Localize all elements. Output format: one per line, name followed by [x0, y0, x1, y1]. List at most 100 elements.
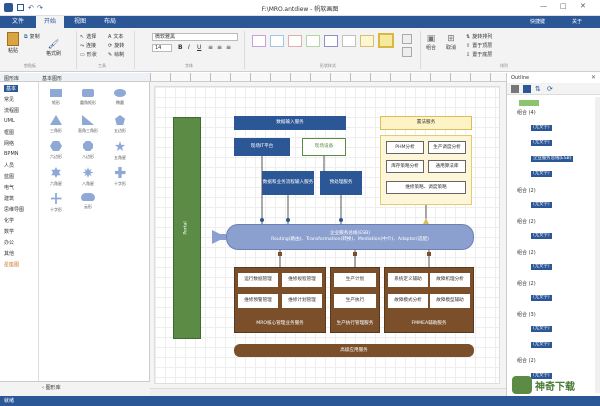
- quick-undo-icon[interactable]: ↶: [28, 4, 34, 12]
- shape-tile[interactable]: 圆角矩形: [74, 87, 102, 113]
- style-swatch-3[interactable]: [288, 35, 302, 47]
- shape-tile[interactable]: 矩形: [42, 87, 70, 113]
- outline-group-node[interactable]: 组合 (2): [517, 187, 536, 194]
- shape-tile[interactable]: 云形: [74, 191, 102, 217]
- italic-button[interactable]: I: [188, 44, 190, 51]
- style-swatch-1[interactable]: [252, 35, 266, 47]
- maximize-button[interactable]: □: [560, 2, 567, 10]
- style-swatch-7[interactable]: [360, 35, 374, 47]
- fill-button[interactable]: [402, 34, 412, 44]
- outline-shape-node[interactable]: (无文字): [531, 171, 552, 177]
- outline-root-badge[interactable]: [519, 100, 539, 106]
- outline-mode-icon[interactable]: [511, 85, 519, 93]
- outline-shape-node[interactable]: 企业服务总线(ESB): [531, 155, 574, 162]
- outline-shape-node[interactable]: (无文字): [531, 341, 552, 348]
- outline-group-node[interactable]: 组合 (3): [517, 311, 536, 318]
- shape-tile[interactable]: 六角星: [42, 165, 70, 191]
- category-item[interactable]: 建筑: [4, 195, 14, 202]
- bold-button[interactable]: B: [178, 44, 183, 51]
- outline-group-node[interactable]: 组合 (4): [517, 109, 536, 116]
- shape-tile[interactable]: 八角星: [74, 165, 102, 191]
- shape-tile[interactable]: 三角形: [42, 113, 70, 139]
- category-item[interactable]: 数学: [4, 228, 14, 235]
- font-name-select[interactable]: 微软雅黑: [152, 33, 238, 41]
- arrange-button-1[interactable]: ⇅ 旋转排列: [466, 33, 492, 41]
- style-swatch-2[interactable]: [270, 35, 284, 47]
- shape-tile[interactable]: 椭圆: [106, 87, 134, 113]
- outline-group-node[interactable]: 组合 (2): [517, 280, 536, 287]
- library-tab[interactable]: 图形库: [4, 75, 19, 82]
- category-item[interactable]: 基本: [4, 85, 19, 92]
- select-tool[interactable]: ↖ 选择: [80, 33, 96, 41]
- connector-tool[interactable]: ⤳ 连接: [80, 42, 96, 50]
- outline-refresh-icon[interactable]: ⟳: [547, 85, 553, 93]
- shape-tool[interactable]: ▭ 形状: [80, 51, 97, 59]
- tab-file[interactable]: 文件: [4, 16, 32, 28]
- outline-shape-node[interactable]: (无文字): [531, 202, 552, 208]
- category-item[interactable]: 思维导图: [4, 206, 24, 213]
- category-item[interactable]: 框图: [4, 129, 14, 136]
- tab-home[interactable]: 开始: [36, 16, 64, 28]
- copy-button[interactable]: ⧉ 复制: [24, 33, 40, 41]
- category-item[interactable]: 常见: [4, 96, 14, 103]
- group-button[interactable]: ▣ 组合: [426, 34, 436, 51]
- shape-tile[interactable]: 五角星: [106, 139, 134, 165]
- outline-shape-node[interactable]: (无文字): [531, 295, 552, 301]
- outline-shape-node[interactable]: (无文字): [531, 233, 552, 239]
- shape-tile[interactable]: 十字形: [106, 165, 134, 191]
- category-item[interactable]: UML: [4, 118, 15, 124]
- library-footer-button[interactable]: ‹ 图形库: [42, 384, 61, 391]
- category-item[interactable]: 化学: [4, 217, 14, 224]
- quick-save-icon[interactable]: [17, 4, 24, 11]
- font-size-select[interactable]: 14: [152, 44, 172, 52]
- line-button[interactable]: [402, 47, 412, 57]
- canvas-scrollbar-horizontal[interactable]: [150, 388, 506, 396]
- category-item[interactable]: 蓝图: [4, 173, 14, 180]
- underline-button[interactable]: U: [197, 44, 201, 51]
- outline-shape-node[interactable]: (无文字): [531, 264, 552, 270]
- close-button[interactable]: ✕: [580, 2, 586, 10]
- minimize-button[interactable]: —: [540, 2, 547, 10]
- outline-scrollbar[interactable]: [595, 97, 600, 393]
- outline-shape-node[interactable]: (无文字): [531, 140, 552, 146]
- outline-group-node[interactable]: 组合 (2): [517, 218, 536, 225]
- tab-layout[interactable]: 布局: [96, 16, 124, 28]
- shortcut-link[interactable]: 快捷键: [530, 18, 545, 25]
- category-item[interactable]: 星座图: [4, 261, 19, 268]
- shape-tile[interactable]: 十字形: [42, 191, 70, 217]
- style-swatch-6[interactable]: [342, 35, 356, 47]
- category-item[interactable]: 流程图: [4, 107, 19, 114]
- align-center-icon[interactable]: ≡: [217, 44, 222, 51]
- text-tool[interactable]: A 文本: [108, 33, 123, 41]
- basic-shapes-tab[interactable]: 基本图形: [42, 75, 62, 82]
- rotate-tool[interactable]: ⟳ 旋转: [108, 42, 124, 50]
- shape-tile[interactable]: 直角三角形: [74, 113, 102, 139]
- outline-group-node[interactable]: 组合 (2): [517, 249, 536, 256]
- about-link[interactable]: 关于: [572, 18, 582, 25]
- style-swatch-4[interactable]: [306, 35, 320, 47]
- outline-tree-icon[interactable]: [523, 85, 531, 93]
- arrange-button-2[interactable]: ⇧ 置于顶层: [466, 42, 492, 50]
- draw-tool[interactable]: ✎ 绘制: [108, 51, 124, 59]
- outline-sort-icon[interactable]: ⇅: [535, 85, 541, 93]
- quick-redo-icon[interactable]: ↷: [37, 4, 43, 12]
- drawing-canvas[interactable]: Portal 数据输入服务 现场IT平台 现场设备 数据和业务流程输入服务 预处…: [150, 82, 506, 388]
- style-swatch-5[interactable]: [324, 35, 338, 47]
- category-item[interactable]: 网络: [4, 140, 14, 147]
- outline-group-node[interactable]: 组合 (2): [517, 357, 536, 364]
- outline-shape-node[interactable]: (无文字): [531, 326, 552, 332]
- format-painter-button[interactable]: 🖌 格式刷: [46, 40, 61, 57]
- shape-tile[interactable]: 六边形: [42, 139, 70, 165]
- outline-shape-node[interactable]: (无文字): [531, 124, 552, 131]
- category-item[interactable]: 人员: [4, 162, 14, 169]
- align-right-icon[interactable]: ≡: [226, 44, 231, 51]
- shape-tile[interactable]: 五边形: [106, 113, 134, 139]
- shape-tile[interactable]: 八边形: [74, 139, 102, 165]
- arrange-button-3[interactable]: ⇩ 置于底层: [466, 51, 492, 59]
- category-item[interactable]: 办公: [4, 239, 14, 246]
- category-item[interactable]: 其他: [4, 250, 14, 257]
- tab-view[interactable]: 视图: [66, 16, 94, 28]
- outline-close-icon[interactable]: ✕: [591, 74, 596, 81]
- category-item[interactable]: BPMN: [4, 151, 19, 157]
- paste-button[interactable]: 粘贴: [4, 32, 22, 54]
